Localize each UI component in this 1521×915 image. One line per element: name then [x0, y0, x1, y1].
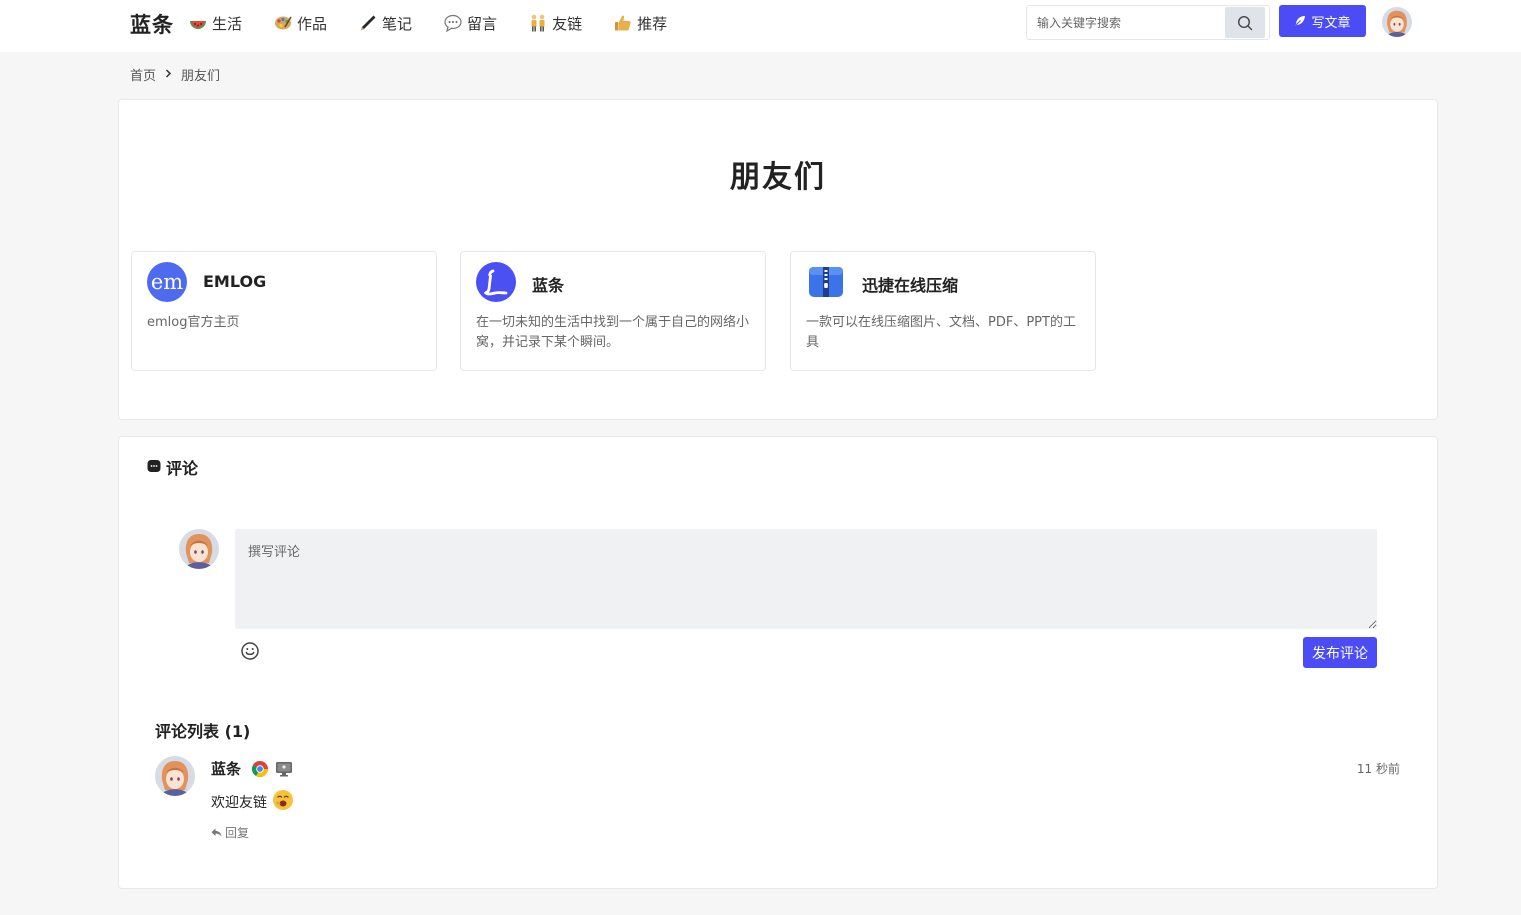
site-header: 蓝条 生活 作品 笔记 留言 友链 推荐 输入关键字搜索 写文章: [0, 0, 1521, 52]
yawning-face-emoji-icon: [272, 789, 294, 815]
nav-label: 生活: [212, 14, 243, 33]
nav-label: 笔记: [382, 14, 413, 33]
nav-label: 友链: [552, 14, 583, 33]
breadcrumb-home[interactable]: 首页: [130, 65, 156, 84]
chevron-right-icon: [165, 68, 172, 81]
emoji-picker-button[interactable]: [240, 641, 260, 661]
friend-link-desc: emlog官方主页: [147, 315, 240, 330]
publish-comment-button[interactable]: 发布评论: [1303, 637, 1377, 668]
search-button[interactable]: [1225, 7, 1265, 38]
reply-button[interactable]: 回复: [211, 824, 249, 841]
search-icon: [1237, 15, 1253, 30]
reply-arrow-icon: [211, 828, 222, 837]
nav-item-works[interactable]: 作品: [273, 12, 327, 34]
comment-author-avatar: [155, 756, 195, 796]
friend-link-desc: 在一切未知的生活中找到一个属于自己的网络小窝，并记录下某个瞬间。: [476, 315, 750, 350]
zip-archive-icon: [806, 262, 846, 302]
comment-bubble-icon: [147, 458, 161, 477]
friend-link-card[interactable]: em EMLOG emlog官方主页: [131, 251, 437, 371]
friend-link-card[interactable]: 迅捷在线压缩 一款可以在线压缩图片、文档、PDF、PPT的工具: [790, 251, 1096, 371]
friend-link-name: EMLOG: [203, 272, 267, 291]
feather-pen-icon: [1295, 16, 1306, 26]
svg-text:em: em: [151, 270, 183, 294]
speech-bubble-icon: [443, 13, 463, 33]
main-nav: 生活 作品 笔记 留言 友链 推荐: [188, 12, 698, 34]
nav-label: 留言: [467, 14, 498, 33]
comments-heading: 评论: [147, 455, 198, 479]
comment-author-meta: [251, 760, 299, 782]
comment-timestamp: 11 秒前: [1356, 762, 1400, 776]
palette-icon: [273, 13, 293, 33]
desktop-os-icon: [275, 761, 293, 781]
comments-panel: 评论 发布评论 评论列表 (1) 蓝条 11 秒前 欢迎友链 回复: [118, 436, 1438, 889]
breadcrumb-current: 朋友们: [181, 69, 221, 84]
breadcrumb: 首页 朋友们: [130, 65, 220, 84]
search-box: [1026, 5, 1270, 40]
smiley-icon: [241, 642, 259, 660]
search-input[interactable]: [1027, 6, 1227, 39]
watermelon-icon: [188, 13, 208, 33]
comment-author-name[interactable]: 蓝条: [211, 758, 241, 779]
site-logo[interactable]: 蓝条: [130, 9, 174, 39]
nav-item-messages[interactable]: 留言: [443, 12, 497, 34]
user-avatar[interactable]: [1382, 7, 1412, 37]
friend-link-card[interactable]: 蓝条 在一切未知的生活中找到一个属于自己的网络小窝，并记录下某个瞬间。: [460, 251, 766, 371]
page-title: 朋友们: [730, 160, 826, 195]
comment-input[interactable]: [235, 529, 1377, 629]
thumbs-up-icon: [613, 13, 633, 33]
friend-link-name: 迅捷在线压缩: [862, 276, 959, 295]
chrome-browser-icon: [251, 760, 269, 782]
nav-item-life[interactable]: 生活: [188, 12, 242, 34]
friends-links-panel: 朋友们 em EMLOG emlog官方主页 蓝条 在一切未知的生活中找到一个属…: [118, 99, 1438, 420]
commenter-avatar: [179, 529, 219, 569]
pen-icon: [358, 13, 378, 33]
comment-text: 欢迎友链: [211, 789, 294, 815]
nav-item-notes[interactable]: 笔记: [358, 12, 412, 34]
nav-item-friends[interactable]: 友链: [528, 12, 582, 34]
lantiao-logo-icon: [476, 262, 516, 302]
couple-icon: [528, 13, 548, 33]
write-article-button[interactable]: 写文章: [1279, 5, 1366, 37]
nav-label: 推荐: [637, 14, 668, 33]
comment-list-title: 评论列表 (1): [155, 722, 251, 741]
friend-link-name: 蓝条: [532, 276, 565, 295]
nav-item-recommend[interactable]: 推荐: [613, 12, 667, 34]
emlog-logo-icon: em: [147, 262, 187, 302]
friend-link-desc: 一款可以在线压缩图片、文档、PDF、PPT的工具: [806, 315, 1076, 350]
nav-label: 作品: [297, 14, 328, 33]
